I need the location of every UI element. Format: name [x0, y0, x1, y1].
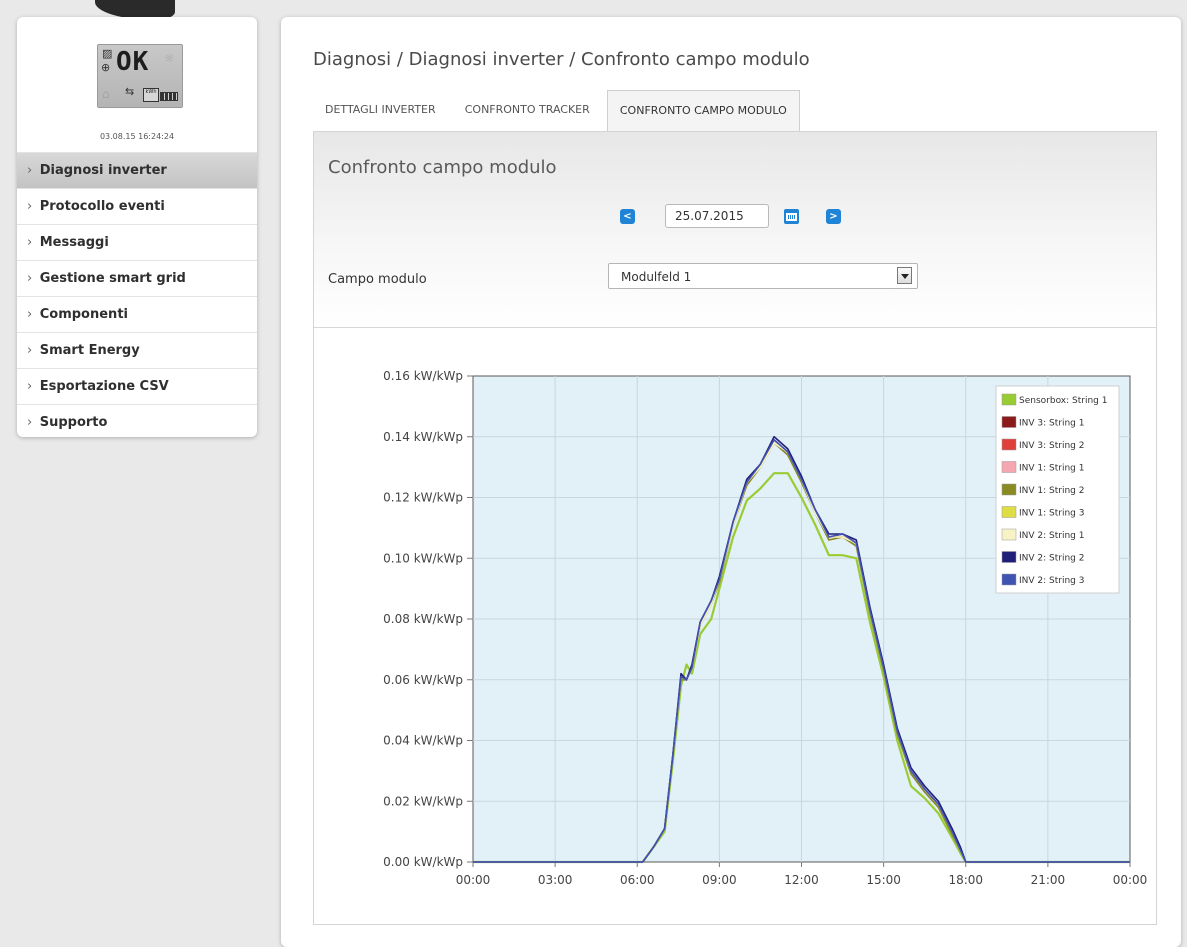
tab-confronto-tracker[interactable]: CONFRONTO TRACKER: [453, 90, 602, 130]
legend-swatch: [1001, 416, 1017, 428]
legend-swatch: [1001, 506, 1017, 518]
tab-dettagli-inverter[interactable]: DETTAGLI INVERTER: [313, 90, 448, 130]
y-tick-label: 0.08 kW/kWp: [383, 612, 463, 626]
x-tick-label: 09:00: [702, 873, 737, 887]
chevron-right-icon: ›: [27, 379, 33, 394]
y-axis-ticks: 0.00 kW/kWp 0.02 kW/kWp 0.04 kW/kWp 0.06 kW…: [383, 369, 473, 869]
y-tick-label: 0.12 kW/kWp: [383, 491, 463, 505]
legend-swatch: [1001, 461, 1017, 473]
x-tick-label: 21:00: [1031, 873, 1066, 887]
x-tick-label: 18:00: [948, 873, 983, 887]
sidebar-item-label: Smart Energy: [39, 343, 140, 358]
chevron-right-icon: ›: [27, 307, 33, 322]
sidebar-menu: › Diagnosi inverter › Protocollo eventi …: [17, 152, 257, 437]
sidebar-item-diagnosi-inverter[interactable]: › Diagnosi inverter: [17, 152, 257, 188]
next-date-button[interactable]: >: [826, 209, 841, 224]
power-chart: 0.00 kW/kWp 0.02 kW/kWp 0.04 kW/kWp 0.06 kW…: [383, 369, 1148, 887]
y-tick-label: 0.06 kW/kWp: [383, 673, 463, 687]
content-panel: Confronto campo modulo < > Campo modulo …: [313, 131, 1157, 925]
y-tick-label: 0.16 kW/kWp: [383, 369, 463, 383]
x-axis-ticks: 00:00 03:00 06:00 09:00 12:00 15:00 18:00 21:00…: [456, 862, 1148, 887]
chevron-right-icon: ›: [27, 271, 33, 286]
chevron-right-icon: ›: [27, 163, 33, 178]
chevron-right-icon: ›: [27, 415, 33, 430]
kwh-icon: kWh: [143, 88, 159, 102]
calendar-icon[interactable]: [784, 209, 799, 224]
y-tick-label: 0.02 kW/kWp: [383, 794, 463, 808]
x-tick-label: 00:00: [456, 873, 491, 887]
tab-confronto-campo-modulo[interactable]: CONFRONTO CAMPO MODULO: [606, 90, 800, 132]
panel-title: Confronto campo modulo: [328, 157, 557, 178]
legend-label: Sensorbox: String 1: [1019, 396, 1107, 406]
status-display: ▨ ⊕ OK ☼ ⌂ ⇆ kWh 03.08.15 16:24:24: [17, 17, 257, 152]
legend-swatch: [1001, 483, 1017, 496]
sidebar-item-label: Gestione smart grid: [39, 271, 186, 286]
chevron-right-icon: ›: [27, 343, 33, 358]
sidebar-item-messaggi[interactable]: › Messaggi: [17, 224, 257, 260]
legend-swatch: [1001, 551, 1017, 563]
x-tick-label: 03:00: [538, 873, 573, 887]
sidebar: ▨ ⊕ OK ☼ ⌂ ⇆ kWh 03.08.15 16:24:24 › Dia…: [17, 17, 257, 437]
select-value: Modulfeld 1: [621, 270, 692, 284]
chevron-right-icon: ›: [27, 235, 33, 250]
legend: Sensorbox: String 1 INV 3: String 1 INV 3:…: [995, 385, 1120, 594]
previous-date-button[interactable]: <: [620, 209, 635, 224]
legend-label: INV 3: String 1: [1019, 419, 1084, 429]
y-tick-label: 0.04 kW/kWp: [383, 734, 463, 748]
sidebar-item-label: Componenti: [39, 307, 128, 322]
status-timestamp: 03.08.15 16:24:24: [99, 132, 175, 141]
sidebar-item-gestione-smart-grid[interactable]: › Gestione smart grid: [17, 260, 257, 296]
legend-label: INV 1: String 2: [1019, 486, 1084, 496]
tab-bar: DETTAGLI INVERTER CONFRONTO TRACKER CONF…: [313, 90, 800, 132]
sidebar-item-componenti[interactable]: › Componenti: [17, 296, 257, 332]
y-tick-label: 0.14 kW/kWp: [383, 430, 463, 444]
sidebar-item-label: Messaggi: [39, 235, 109, 250]
legend-swatch: [1001, 573, 1017, 586]
chart-icon: ▨: [102, 47, 113, 60]
sidebar-item-esportazione-csv[interactable]: › Esportazione CSV: [17, 368, 257, 404]
y-tick-label: 0.10 kW/kWp: [383, 551, 463, 565]
date-input[interactable]: [665, 204, 769, 228]
panel-header: Confronto campo modulo < > Campo modulo …: [314, 132, 1156, 328]
sidebar-item-smart-energy[interactable]: › Smart Energy: [17, 332, 257, 368]
x-tick-label: 12:00: [784, 873, 819, 887]
globe-icon: ⊕: [101, 61, 111, 74]
chevron-left-icon: <: [623, 211, 632, 222]
sidebar-item-label: Esportazione CSV: [39, 379, 169, 394]
breadcrumb: Diagnosi / Diagnosi inverter / Confronto…: [313, 49, 810, 70]
legend-label: INV 1: String 1: [1019, 464, 1084, 474]
lcd-status-panel: ▨ ⊕ OK ☼ ⌂ ⇆ kWh: [97, 44, 183, 108]
y-tick-label: 0.00 kW/kWp: [383, 855, 463, 869]
legend-label: INV 1: String 3: [1019, 509, 1084, 519]
legend-label: INV 2: String 1: [1019, 531, 1084, 541]
chevron-down-icon[interactable]: [897, 267, 912, 284]
campo-modulo-select[interactable]: Modulfeld 1: [608, 263, 918, 289]
sidebar-item-supporto[interactable]: › Supporto: [17, 404, 257, 437]
main-content: Diagnosi / Diagnosi inverter / Confronto…: [281, 17, 1181, 947]
chevron-right-icon: >: [829, 211, 838, 222]
sidebar-item-label: Supporto: [39, 415, 108, 430]
sidebar-item-label: Diagnosi inverter: [39, 163, 167, 178]
chevron-right-icon: ›: [27, 199, 33, 214]
sun-icon: ☼: [164, 51, 175, 65]
house-icon: ⌂: [102, 87, 110, 101]
sidebar-item-protocollo-eventi[interactable]: › Protocollo eventi: [17, 188, 257, 224]
legend-label: INV 2: String 2: [1019, 554, 1084, 564]
x-tick-label: 15:00: [866, 873, 901, 887]
legend-label: INV 2: String 3: [1019, 576, 1084, 586]
x-tick-label: 00:00: [1113, 873, 1148, 887]
status-ok-text: OK: [116, 47, 150, 77]
sidebar-item-label: Protocollo eventi: [39, 199, 165, 214]
legend-swatch: [1001, 528, 1017, 541]
field-label-campo-modulo: Campo modulo: [328, 272, 427, 287]
battery-icon: [160, 92, 178, 101]
legend-label: INV 3: String 2: [1019, 441, 1084, 451]
x-tick-label: 06:00: [620, 873, 655, 887]
grid-tower-icon: ⇆: [125, 85, 135, 98]
legend-swatch: [1001, 438, 1017, 451]
legend-swatch: [1001, 393, 1017, 406]
